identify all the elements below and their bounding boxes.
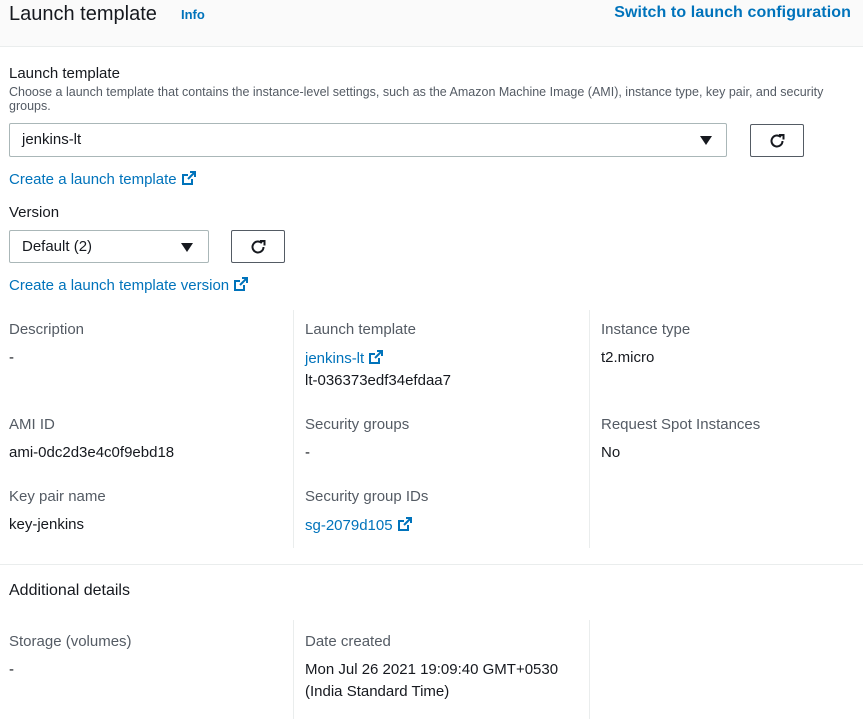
request-spot-value: No <box>601 444 621 461</box>
switch-to-launch-configuration-link[interactable]: Switch to launch configuration <box>614 4 851 22</box>
caret-down-icon <box>700 136 712 145</box>
create-launch-template-version-link[interactable]: Create a launch template version <box>9 276 249 294</box>
column-divider <box>293 310 294 548</box>
launch-template-detail-link-label: jenkins-lt <box>305 350 365 367</box>
external-link-icon <box>369 350 384 364</box>
date-created-label: Date created <box>305 633 391 650</box>
refresh-versions-button[interactable] <box>231 230 285 263</box>
refresh-icon <box>251 239 266 253</box>
column-divider <box>589 620 590 719</box>
date-created-timezone: (India Standard Time) <box>305 683 450 700</box>
external-link-icon <box>234 277 249 291</box>
version-label: Version <box>9 204 60 221</box>
request-spot-label: Request Spot Instances <box>601 416 761 433</box>
panel-header: Launch template Info Switch to launch co… <box>0 0 863 47</box>
instance-type-label: Instance type <box>601 321 691 338</box>
additional-details-title: Additional details <box>9 582 130 599</box>
column-divider <box>589 310 590 548</box>
key-pair-value: key-jenkins <box>9 516 85 533</box>
refresh-launch-templates-button[interactable] <box>750 124 804 157</box>
launch-template-description: Choose a launch template that contains t… <box>9 85 824 113</box>
version-select[interactable]: Default (2) <box>9 230 209 263</box>
storage-label: Storage (volumes) <box>9 633 132 650</box>
ami-id-label: AMI ID <box>9 416 55 433</box>
external-link-icon <box>397 517 412 531</box>
launch-template-selected-value: jenkins-lt <box>22 131 82 148</box>
refresh-icon <box>770 133 785 147</box>
external-link-icon <box>181 171 196 185</box>
caret-down-icon <box>181 243 193 252</box>
version-selected-value: Default (2) <box>22 238 93 255</box>
launch-template-detail-link[interactable]: jenkins-lt <box>305 349 384 367</box>
storage-value: - <box>9 661 14 678</box>
description-label: Description <box>9 321 85 338</box>
security-group-id-link-label: sg-2079d105 <box>305 517 393 534</box>
column-divider <box>293 620 294 719</box>
create-launch-template-link-label: Create a launch template <box>9 171 177 188</box>
security-group-id-link[interactable]: sg-2079d105 <box>305 516 413 534</box>
launch-template-label: Launch template <box>9 65 120 82</box>
info-link[interactable]: Info <box>181 7 205 22</box>
launch-template-id: lt-036373edf34efdaa7 <box>305 372 451 389</box>
launch-template-detail-label: Launch template <box>305 321 416 338</box>
security-groups-value: - <box>305 444 310 461</box>
date-created-value: Mon Jul 26 2021 19:09:40 GMT+0530 <box>305 661 559 678</box>
security-groups-label: Security groups <box>305 416 410 433</box>
create-launch-template-link[interactable]: Create a launch template <box>9 170 197 188</box>
launch-template-select[interactable]: jenkins-lt <box>9 123 727 157</box>
key-pair-label: Key pair name <box>9 488 106 505</box>
ami-id-value: ami-0dc2d3e4c0f9ebd18 <box>9 444 175 461</box>
panel-title: Launch template <box>9 3 157 25</box>
create-launch-template-version-link-label: Create a launch template version <box>9 277 230 294</box>
instance-type-value: t2.micro <box>601 349 655 366</box>
section-divider <box>0 564 863 565</box>
description-value: - <box>9 349 14 366</box>
security-group-ids-label: Security group IDs <box>305 488 429 505</box>
